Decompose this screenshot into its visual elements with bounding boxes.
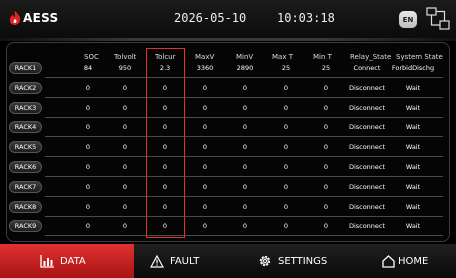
nav-data-label: DATA [60,255,86,267]
rack-data-panel [6,42,450,242]
rack-select-button[interactable]: RACK3 [9,101,42,114]
header-divider [0,38,456,41]
cell-system-state: Wait [405,143,421,152]
rack-select-button[interactable]: RACK9 [9,220,42,233]
row-divider [45,235,443,237]
rack-select-button[interactable]: RACK5 [9,141,42,154]
network-icon[interactable] [426,7,450,31]
col-header-soc: SOC [84,53,99,61]
col-header-relay-state: Relay_State [350,53,392,61]
nav-settings-tab[interactable]: SETTINGS [258,244,327,278]
nav-fault-label: FAULT [170,255,200,267]
col-header-system-state: System State [396,53,443,61]
brand-name: AESS [23,11,59,25]
top-bar: AESS 2026-05-10 10:03:18 EN [0,0,456,38]
bottom-nav: DATA FAULT SETTINGS HOME [0,244,456,278]
rack-select-button[interactable]: RACK2 [9,81,42,94]
home-icon [382,254,395,268]
row-divider [45,176,443,177]
nav-home-tab[interactable]: HOME [382,244,428,278]
language-button[interactable]: EN [399,11,417,28]
current-date: 2026-05-10 [174,11,247,25]
rack-select-button[interactable]: RACK4 [9,121,42,134]
rack-select-button[interactable]: RACK7 [9,180,42,193]
nav-fault-tab[interactable]: FAULT [150,244,199,278]
row-divider [45,156,443,158]
row-divider [45,77,443,78]
nav-settings-label: SETTINGS [278,255,328,267]
row-divider [45,96,443,98]
cell-system-state: Wait [405,83,421,92]
flame-logo-icon [9,11,21,25]
col-header-max-t: Max T [272,53,293,61]
brand-logo: AESS [9,11,58,25]
rack-select-button[interactable]: RACK8 [9,200,42,213]
col-header-min-t: Min T [313,53,332,61]
row-divider [45,195,443,197]
gear-icon [259,255,271,267]
rack-select-button[interactable]: RACK6 [9,161,42,173]
tolcur-column-highlight [146,48,185,238]
cell-system-state: ForbidDischg [391,64,435,72]
cell-system-state: Wait [405,123,421,132]
rack-select-button[interactable]: RACK1 [9,62,42,74]
warning-icon [150,254,164,268]
col-header-maxv: MaxV [195,53,215,61]
col-header-minv: MinV [236,53,254,61]
nav-data-tab[interactable]: DATA [0,244,134,278]
bar-chart-icon [40,254,54,268]
cell-system-state: Wait [405,103,421,112]
row-divider [45,136,443,138]
col-header-tolvolt: Tolvolt [114,53,137,61]
nav-home-label: HOME [398,255,429,267]
cell-system-state: Wait [405,182,421,191]
row-divider [45,215,443,217]
current-time: 10:03:18 [277,11,335,25]
cell-system-state: Wait [405,163,421,171]
cell-system-state: Wait [405,222,421,231]
row-divider [45,116,443,118]
cell-system-state: Wait [405,202,421,211]
